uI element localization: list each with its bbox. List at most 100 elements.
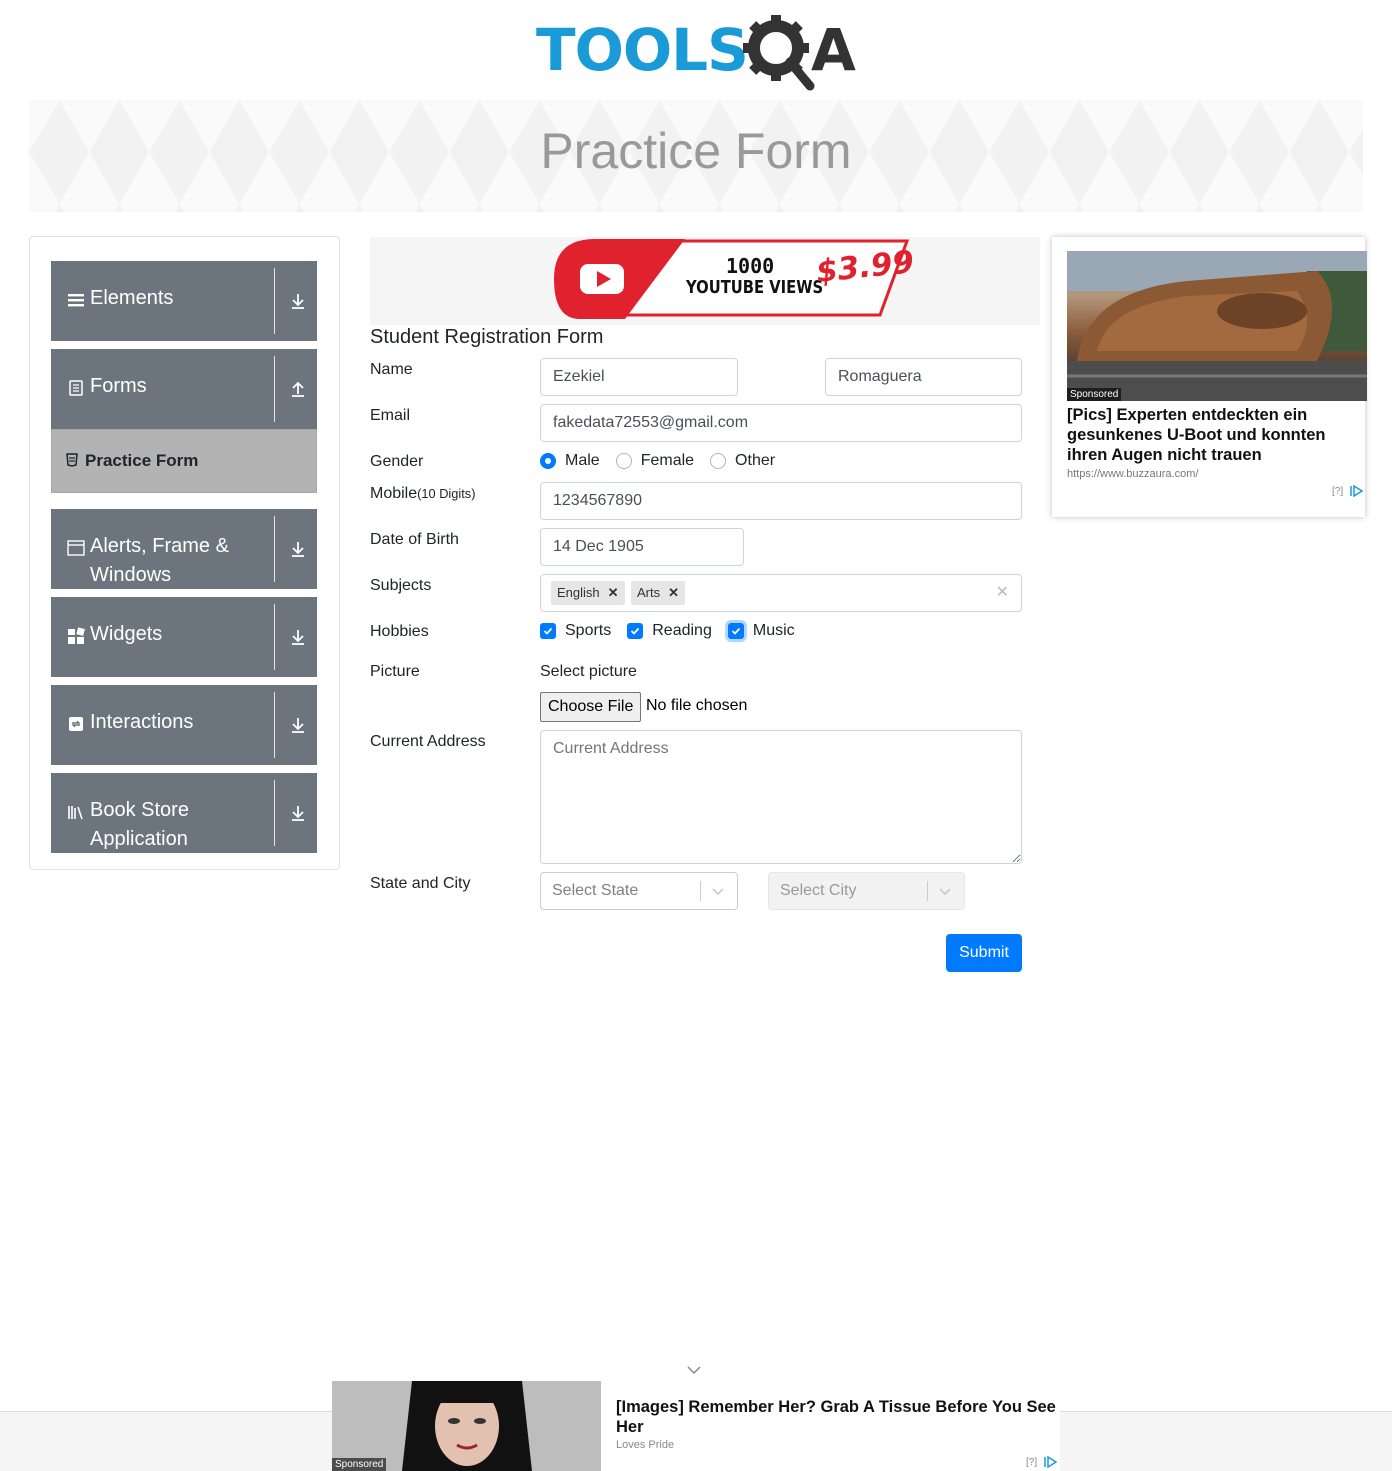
gear-magnifier-icon xyxy=(743,15,815,91)
download-icon[interactable] xyxy=(289,628,307,646)
adchoices-icon[interactable] xyxy=(1350,485,1364,497)
ad-line-1: 1000 xyxy=(726,254,775,278)
download-icon[interactable] xyxy=(289,716,307,734)
logo-suffix: A xyxy=(811,16,856,84)
mobile-input[interactable]: 1234567890 xyxy=(540,482,1022,520)
sidebar-group-book-store[interactable]: Book Store Application xyxy=(51,773,317,853)
sidebar-item-practice-form[interactable]: Practice Form xyxy=(51,429,317,493)
ad-image[interactable]: Sponsored xyxy=(1067,251,1367,401)
toolsqa-logo[interactable]: TOOLS A xyxy=(536,14,861,92)
first-name-input[interactable]: Ezekiel xyxy=(540,358,738,396)
download-icon[interactable] xyxy=(289,292,307,310)
sidebar-item-label: Practice Form xyxy=(85,451,199,470)
mobile-label: Mobile(10 Digits) xyxy=(370,485,475,503)
youtube-views-ad[interactable]: 1000 YOUTUBE VIEWS $3.99 xyxy=(370,237,1040,325)
page-banner: Practice Form xyxy=(29,100,1363,212)
window-icon xyxy=(67,539,85,557)
checkbox-reading[interactable] xyxy=(627,623,644,639)
sidebar-group-label: Widgets xyxy=(90,623,163,645)
ad-info-link[interactable]: [?] xyxy=(1332,486,1343,497)
sidebar-group-label: Elements xyxy=(90,287,174,309)
ad-image[interactable]: Sponsored xyxy=(332,1381,601,1471)
divider xyxy=(927,881,928,901)
radio-other[interactable] xyxy=(710,453,727,469)
divider xyxy=(274,356,275,422)
remove-tag-icon[interactable]: ✕ xyxy=(668,581,679,605)
file-status: No file chosen xyxy=(646,697,748,714)
upload-icon[interactable] xyxy=(289,380,307,398)
sidebar-group-label: Alerts, Frame & Windows xyxy=(90,535,229,586)
last-name-input[interactable]: Romaguera xyxy=(825,358,1022,396)
divider xyxy=(274,516,275,582)
divider xyxy=(700,881,701,901)
choose-file-button[interactable]: Choose File xyxy=(540,692,642,722)
ad-info-link[interactable]: [?] xyxy=(1026,1457,1037,1468)
address-label: Current Address xyxy=(370,733,486,750)
gender-female-option[interactable]: Female xyxy=(615,452,695,470)
radio-label: Other xyxy=(735,452,776,469)
gender-label: Gender xyxy=(370,453,424,470)
sponsored-badge: Sponsored xyxy=(1067,388,1122,401)
hobbies-label: Hobbies xyxy=(370,623,429,640)
clear-all-icon[interactable]: ✕ xyxy=(996,575,1009,611)
radio-label: Male xyxy=(565,452,600,469)
sidebar-group-alerts[interactable]: Alerts, Frame & Windows xyxy=(51,509,317,589)
ad-url[interactable]: https://www.buzzaura.com/ xyxy=(1067,468,1198,480)
logo-text: TOOLS xyxy=(536,16,749,84)
checkbox-label: Sports xyxy=(565,622,612,639)
email-input[interactable]: fakedata72553@gmail.com xyxy=(540,404,1022,442)
submit-button[interactable]: Submit xyxy=(946,934,1022,972)
ad-headline[interactable]: [Images] Remember Her? Grab A Tissue Bef… xyxy=(616,1397,1056,1437)
current-address-input[interactable] xyxy=(540,730,1022,864)
document-icon xyxy=(67,379,85,397)
checkbox-music[interactable] xyxy=(727,623,744,639)
divider xyxy=(274,780,275,846)
interactions-icon xyxy=(67,715,85,733)
mobile-hint: (10 Digits) xyxy=(417,486,476,501)
ad-source[interactable]: Loves Pride xyxy=(616,1439,674,1451)
chevron-down-icon xyxy=(939,888,951,896)
chevron-down-icon[interactable] xyxy=(686,1364,702,1376)
hobby-music-option[interactable]: Music xyxy=(727,622,795,640)
gender-male-option[interactable]: Male xyxy=(540,452,600,470)
form-icon xyxy=(66,453,78,467)
remove-tag-icon[interactable]: ✕ xyxy=(608,581,619,605)
widgets-icon xyxy=(67,627,85,645)
name-label: Name xyxy=(370,361,413,378)
sponsored-ad-right[interactable]: Sponsored [Pics] Experten entdeckten ein… xyxy=(1052,237,1367,517)
subjects-label: Subjects xyxy=(370,577,432,594)
sponsored-ad-bottom[interactable]: Sponsored [Images] Remember Her? Grab A … xyxy=(332,1381,1060,1471)
ad-headline[interactable]: [Pics] Experten entdeckten ein gesunkene… xyxy=(1067,405,1363,465)
hobbies-group: Sports Reading Music xyxy=(540,622,811,640)
hobby-reading-option[interactable]: Reading xyxy=(627,622,712,640)
dob-input[interactable]: 14 Dec 1905 xyxy=(540,528,744,566)
gender-other-option[interactable]: Other xyxy=(710,452,775,470)
ad-line-2: YOUTUBE VIEWS xyxy=(686,277,824,298)
sidebar-group-widgets[interactable]: Widgets xyxy=(51,597,317,677)
sidebar-group-interactions[interactable]: Interactions xyxy=(51,685,317,765)
hamburger-icon xyxy=(67,291,85,309)
divider xyxy=(274,268,275,334)
radio-female[interactable] xyxy=(615,453,632,469)
page-title: Practice Form xyxy=(540,123,852,179)
state-select[interactable]: Select State xyxy=(540,872,738,910)
hobby-sports-option[interactable]: Sports xyxy=(540,622,611,640)
subjects-input[interactable]: English ✕ Arts ✕ ✕ xyxy=(540,574,1022,612)
checkbox-sports[interactable] xyxy=(540,623,556,639)
radio-label: Female xyxy=(640,452,695,469)
divider xyxy=(274,604,275,670)
sidebar: Elements Forms Practice Form Alerts, Fra… xyxy=(29,236,340,870)
sidebar-group-elements[interactable]: Elements xyxy=(51,261,317,341)
subject-tag-label: English xyxy=(557,585,600,600)
mobile-label-text: Mobile xyxy=(370,485,418,502)
download-icon[interactable] xyxy=(289,804,307,822)
radio-male[interactable] xyxy=(540,453,556,469)
download-icon[interactable] xyxy=(289,540,307,558)
sidebar-group-label: Book Store Application xyxy=(90,799,189,850)
city-select[interactable]: Select City xyxy=(768,872,965,910)
adchoices-icon[interactable] xyxy=(1044,1456,1058,1468)
chevron-down-icon xyxy=(712,888,724,896)
sidebar-group-forms[interactable]: Forms xyxy=(51,349,317,429)
select-picture-label: Select picture xyxy=(540,663,637,680)
sidebar-group-label: Forms xyxy=(90,375,147,397)
